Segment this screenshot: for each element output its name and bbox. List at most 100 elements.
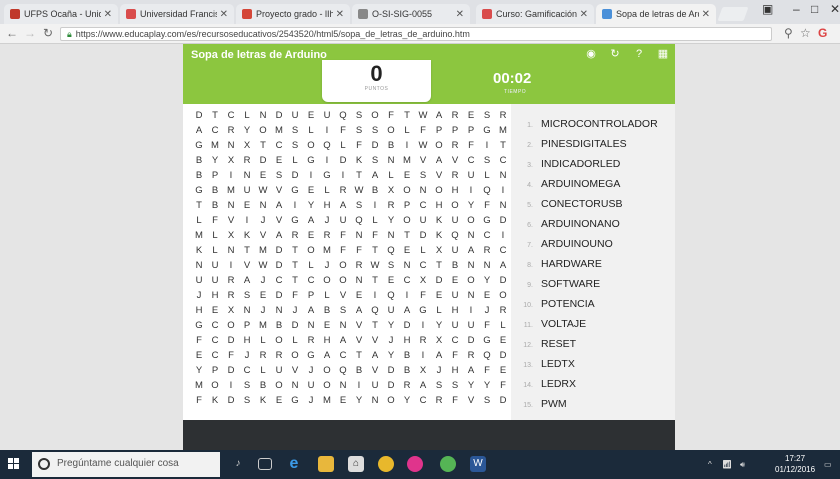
grid-letter[interactable]: Q <box>367 303 383 318</box>
grid-letter[interactable]: N <box>463 288 479 303</box>
grid-letter[interactable]: L <box>399 123 415 138</box>
grid-letter[interactable]: P <box>303 288 319 303</box>
grid-letter[interactable]: O <box>431 138 447 153</box>
grid-letter[interactable]: S <box>383 258 399 273</box>
grid-letter[interactable]: L <box>415 243 431 258</box>
grid-letter[interactable]: I <box>223 258 239 273</box>
grid-letter[interactable]: Y <box>431 318 447 333</box>
grid-letter[interactable]: D <box>495 348 511 363</box>
grid-letter[interactable]: U <box>319 108 335 123</box>
grid-letter[interactable]: I <box>495 183 511 198</box>
grid-letter[interactable]: D <box>463 333 479 348</box>
grid-letter[interactable]: E <box>351 288 367 303</box>
grid-letter[interactable]: S <box>351 123 367 138</box>
grid-letter[interactable]: B <box>319 303 335 318</box>
grid-letter[interactable]: U <box>447 243 463 258</box>
grid-letter[interactable]: U <box>447 213 463 228</box>
grid-letter[interactable]: F <box>447 393 463 408</box>
grid-letter[interactable]: M <box>223 183 239 198</box>
grid-letter[interactable]: N <box>271 303 287 318</box>
grid-letter[interactable]: N <box>351 228 367 243</box>
grid-letter[interactable]: U <box>463 318 479 333</box>
grid-letter[interactable]: S <box>367 153 383 168</box>
browser-tab[interactable]: Universidad Francisco d✕ <box>120 4 234 24</box>
grid-letter[interactable]: Q <box>319 138 335 153</box>
tab-close-icon[interactable]: ✕ <box>104 9 112 20</box>
browser-tab[interactable]: UFPS Ocaña - Unidad d✕ <box>4 4 118 24</box>
grid-letter[interactable]: O <box>319 378 335 393</box>
google-extension-icon[interactable]: G <box>818 26 827 40</box>
grid-letter[interactable]: G <box>415 303 431 318</box>
browser-tab[interactable]: O-SI-SIG-0055 ✕ <box>352 4 470 24</box>
grid-letter[interactable]: B <box>191 153 207 168</box>
grid-letter[interactable]: L <box>255 363 271 378</box>
grid-letter[interactable]: S <box>271 168 287 183</box>
grid-letter[interactable]: R <box>303 333 319 348</box>
grid-letter[interactable]: S <box>239 288 255 303</box>
grid-letter[interactable]: C <box>415 258 431 273</box>
grid-letter[interactable]: A <box>319 348 335 363</box>
grid-letter[interactable]: E <box>431 288 447 303</box>
grid-letter[interactable]: T <box>367 243 383 258</box>
grid-letter[interactable]: N <box>223 198 239 213</box>
grid-letter[interactable]: N <box>335 318 351 333</box>
grid-letter[interactable]: I <box>415 318 431 333</box>
grid-letter[interactable]: C <box>335 348 351 363</box>
grid-letter[interactable]: U <box>191 273 207 288</box>
grid-letter[interactable]: B <box>191 168 207 183</box>
grid-letter[interactable]: U <box>239 183 255 198</box>
grid-letter[interactable]: N <box>383 228 399 243</box>
grid-letter[interactable]: R <box>255 348 271 363</box>
grid-letter[interactable]: D <box>399 318 415 333</box>
grid-letter[interactable]: F <box>479 198 495 213</box>
grid-letter[interactable]: T <box>351 348 367 363</box>
grid-letter[interactable]: Q <box>479 183 495 198</box>
sound-icon[interactable]: ◉ <box>585 48 597 60</box>
grid-letter[interactable]: Q <box>335 108 351 123</box>
forward-icon[interactable]: → <box>24 26 36 40</box>
grid-letter[interactable]: D <box>495 213 511 228</box>
grid-letter[interactable]: B <box>383 138 399 153</box>
grid-letter[interactable]: Y <box>239 123 255 138</box>
grid-letter[interactable]: O <box>223 318 239 333</box>
grid-letter[interactable]: G <box>191 183 207 198</box>
taskbar-search-input[interactable]: Pregúntame cualquier cosa <box>32 452 220 477</box>
grid-letter[interactable]: Y <box>479 378 495 393</box>
grid-letter[interactable]: V <box>223 213 239 228</box>
tab-close-icon[interactable]: ✕ <box>220 9 228 20</box>
grid-letter[interactable]: O <box>319 363 335 378</box>
grid-letter[interactable]: T <box>255 138 271 153</box>
grid-letter[interactable]: L <box>319 288 335 303</box>
grid-letter[interactable]: G <box>303 348 319 363</box>
grid-letter[interactable]: M <box>319 243 335 258</box>
grid-letter[interactable]: L <box>367 213 383 228</box>
grid-letter[interactable]: V <box>335 288 351 303</box>
grid-letter[interactable]: T <box>431 258 447 273</box>
grid-letter[interactable]: N <box>223 243 239 258</box>
grid-letter[interactable]: U <box>415 213 431 228</box>
grid-letter[interactable]: O <box>287 348 303 363</box>
grid-letter[interactable]: Y <box>383 213 399 228</box>
grid-letter[interactable]: C <box>303 273 319 288</box>
grid-letter[interactable]: R <box>479 243 495 258</box>
grid-letter[interactable]: K <box>431 228 447 243</box>
grid-letter[interactable]: C <box>207 318 223 333</box>
url-input[interactable]: 🔒︎ https://www.educaplay.com/es/recursose… <box>60 27 772 41</box>
back-icon[interactable]: ← <box>6 26 18 40</box>
grid-letter[interactable]: L <box>207 243 223 258</box>
grid-letter[interactable]: U <box>287 108 303 123</box>
grid-letter[interactable]: E <box>303 183 319 198</box>
grid-letter[interactable]: E <box>303 228 319 243</box>
grid-letter[interactable]: U <box>383 303 399 318</box>
grid-letter[interactable]: L <box>479 168 495 183</box>
grid-letter[interactable]: G <box>479 333 495 348</box>
grid-letter[interactable]: B <box>399 348 415 363</box>
grid-letter[interactable]: I <box>463 183 479 198</box>
grid-letter[interactable]: X <box>415 363 431 378</box>
minimize-button[interactable]: – <box>793 2 800 16</box>
grid-letter[interactable]: O <box>447 198 463 213</box>
grid-letter[interactable]: G <box>303 153 319 168</box>
grid-letter[interactable]: S <box>287 123 303 138</box>
grid-letter[interactable]: I <box>239 213 255 228</box>
grid-letter[interactable]: L <box>495 318 511 333</box>
